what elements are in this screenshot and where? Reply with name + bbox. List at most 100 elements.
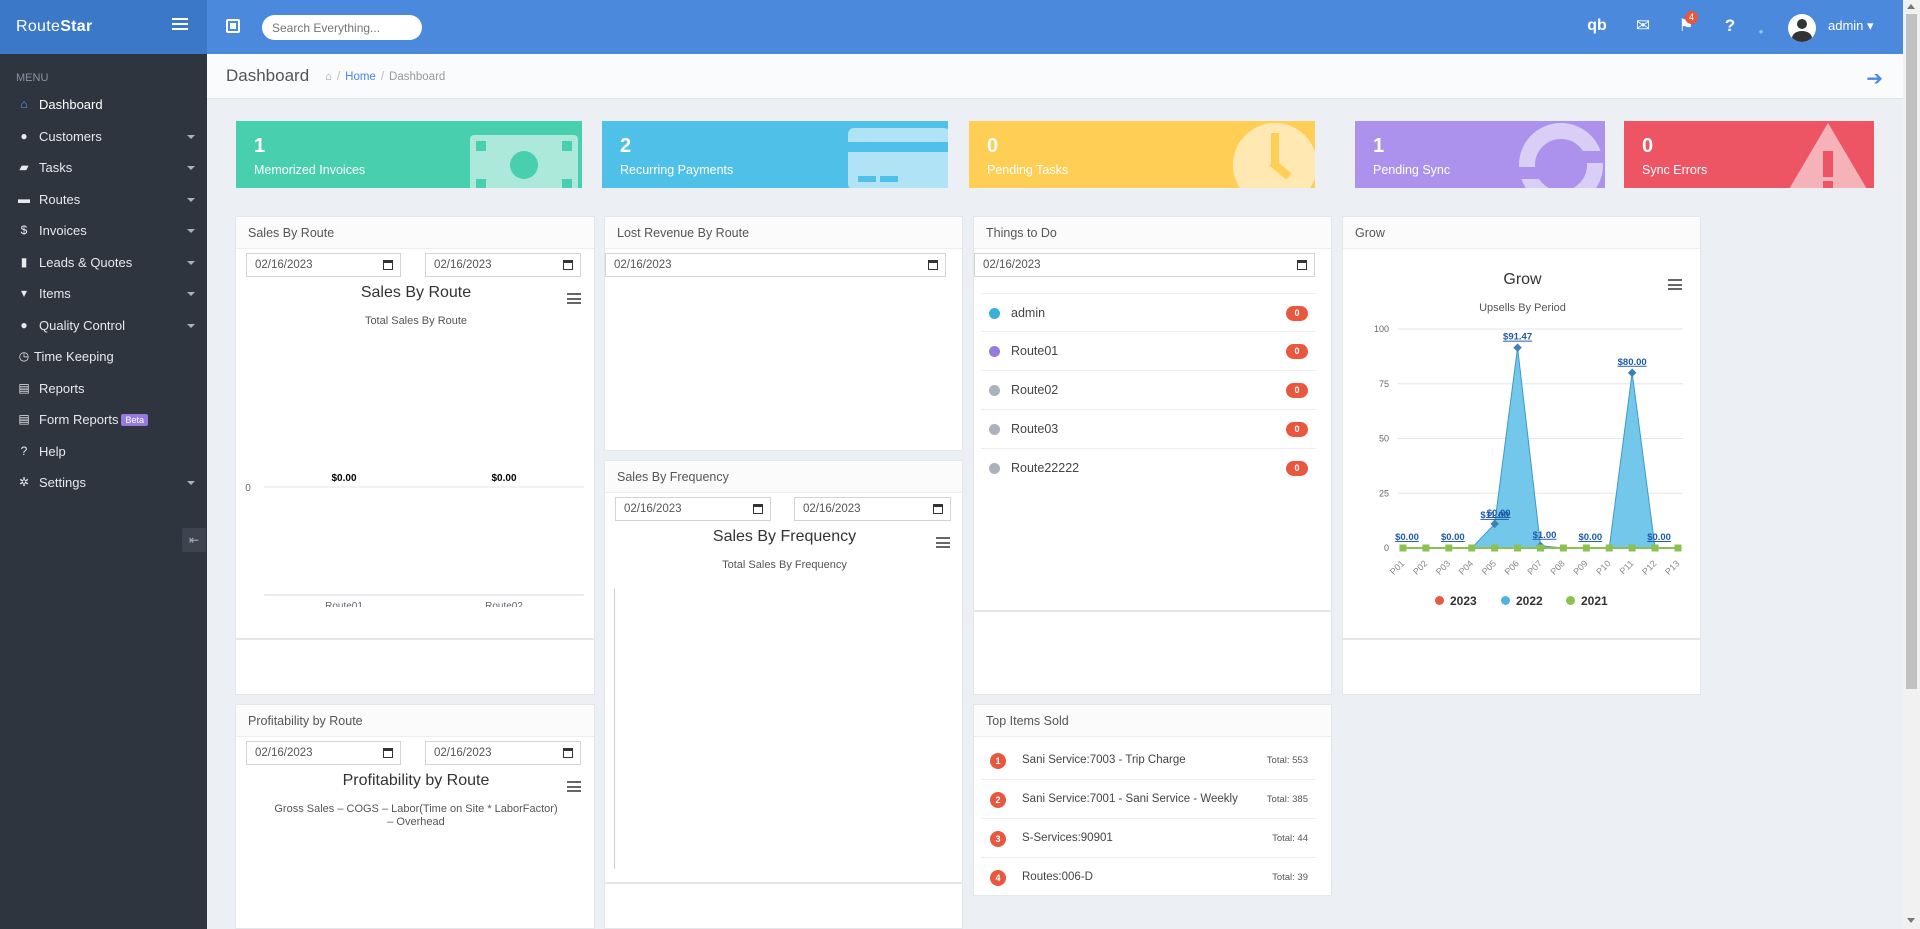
sidebar-item-invoices[interactable]: $ Invoices xyxy=(0,215,207,247)
quickbooks-icon[interactable]: qb xyxy=(1586,16,1608,36)
date-to-input[interactable]: 02/16/2023 xyxy=(425,741,581,765)
chart-menu-icon[interactable] xyxy=(936,537,950,548)
grow-chart: 0 25 50 75 100 $0.00 $0.00 $0.00 $11.00 $91.47 $1.… xyxy=(1374,324,1683,577)
credit-card-icon xyxy=(848,128,948,188)
sidebar-item-leads-quotes[interactable]: ▮ Leads & Quotes xyxy=(0,247,207,279)
sign-in-icon[interactable]: ➔ xyxy=(1866,66,1883,91)
data-label: $91.47 xyxy=(1503,332,1532,343)
data-label: $0.00 xyxy=(1647,532,1671,543)
sidebar-toggle-icon[interactable] xyxy=(172,18,188,32)
legend-item-2022[interactable]: 2022 xyxy=(1501,594,1543,608)
alarm-clock-icon: ◷ xyxy=(18,349,30,363)
tile-recurring-payments[interactable]: 2 Recurring Payments xyxy=(602,121,948,188)
envelope-icon[interactable]: ✉ xyxy=(1632,16,1654,36)
list-item[interactable]: 1 Sani Service:7003 - Trip Charge Total: 5… xyxy=(981,741,1316,780)
sidebar-item-help[interactable]: ? Help xyxy=(0,436,207,468)
panel-title: Profitability by Route xyxy=(236,705,594,737)
list-item[interactable]: Route02 0 xyxy=(981,371,1316,410)
tile-sync-errors[interactable]: 0 Sync Errors xyxy=(1624,121,1874,188)
breadcrumb-home-link[interactable]: Home xyxy=(345,71,376,83)
tile-pending-tasks[interactable]: 0 Pending Tasks xyxy=(969,121,1315,188)
date-input[interactable]: 02/16/2023 xyxy=(605,253,946,277)
scroll-down-arrow-icon[interactable] xyxy=(1907,918,1915,923)
chart-subtitle: Upsells By Period xyxy=(1479,302,1566,314)
sidebar-item-items[interactable]: ▾ Items xyxy=(0,278,207,310)
content-header: Dashboard ⌂ / Home / Dashboard ➔ xyxy=(207,54,1903,99)
legend-item-2021[interactable]: 2021 xyxy=(1566,594,1608,608)
chart-subtitle: Gross Sales – COGS – Labor(Time on Site … xyxy=(274,803,558,815)
x-tick-label: P04 xyxy=(1457,558,1475,576)
point-2021 xyxy=(1422,544,1430,552)
list-item[interactable]: admin 0 xyxy=(981,293,1316,332)
series-area-2022 xyxy=(1403,347,1678,549)
sidebar-item-customers[interactable]: ● Customers xyxy=(0,121,207,153)
status-dot xyxy=(989,424,1000,435)
sidebar-item-tasks[interactable]: ▰ Tasks xyxy=(0,152,207,184)
date-to-input[interactable]: 02/16/2023 xyxy=(794,497,951,521)
count-badge: 0 xyxy=(1286,344,1308,359)
home-icon[interactable]: ⌂ xyxy=(325,71,332,83)
list-item[interactable]: Route22222 0 xyxy=(981,449,1316,488)
status-dot xyxy=(989,463,1000,474)
legend-item-2023[interactable]: 2023 xyxy=(1435,594,1477,608)
chart-menu-icon[interactable] xyxy=(1668,279,1682,290)
top-items-panel: Top Items Sold 1 Sani Service:7003 - Trip… xyxy=(973,704,1332,897)
calendar-icon xyxy=(383,748,393,758)
sidebar-item-routes[interactable]: ▬ Routes xyxy=(0,184,207,216)
sidebar-item-reports[interactable]: ▤ Reports xyxy=(0,373,207,405)
user-menu[interactable]: admin ▾ xyxy=(1828,18,1874,34)
panel-footer xyxy=(1342,639,1701,695)
list-item[interactable]: Route03 0 xyxy=(981,410,1316,449)
sidebar-item-form-reports[interactable]: ▤ Form Reports Beta xyxy=(0,404,207,436)
calendar-icon xyxy=(753,504,763,514)
list-item[interactable]: 4 Routes:006-D Total: 39 xyxy=(981,858,1316,897)
point-2021 xyxy=(1582,544,1590,552)
date-from-input[interactable]: 02/16/2023 xyxy=(615,497,771,521)
tile-pending-sync[interactable]: 1 Pending Sync xyxy=(1355,121,1605,188)
warning-icon xyxy=(1789,123,1867,188)
sidebar-item-dashboard[interactable]: ⌂ Dashboard xyxy=(0,89,207,121)
date-from-input[interactable]: 02/16/2023 xyxy=(246,741,401,765)
chart-menu-icon[interactable] xyxy=(567,293,581,304)
gear-icon: ✲ xyxy=(18,475,30,489)
list-item[interactable]: 3 S-Services:90901 Total: 44 xyxy=(981,819,1316,858)
user-check-icon: ● xyxy=(20,317,28,332)
lost-revenue-panel: Lost Revenue By Route 02/16/2023 xyxy=(604,216,963,451)
data-label: $11.00 xyxy=(1480,510,1509,521)
list-item[interactable]: Route01 0 xyxy=(981,332,1316,371)
point-2021 xyxy=(1468,544,1476,552)
scroll-up-arrow-icon[interactable] xyxy=(1907,4,1915,9)
form-icon: ▤ xyxy=(18,412,30,426)
fullscreen-icon[interactable] xyxy=(226,19,240,33)
point-2021 xyxy=(1628,544,1636,552)
money-icon xyxy=(470,135,578,188)
sidebar-item-settings[interactable]: ✲ Settings xyxy=(0,467,207,499)
chevron-down-icon xyxy=(187,166,195,170)
date-input[interactable]: 02/16/2023 xyxy=(974,253,1315,277)
scrollbar-thumb[interactable] xyxy=(1906,14,1917,689)
date-to-input[interactable]: 02/16/2023 xyxy=(425,253,581,277)
tile-value: 1 xyxy=(254,135,266,157)
point-2021 xyxy=(1537,544,1544,552)
tile-memorized-invoices[interactable]: 1 Memorized Invoices xyxy=(236,121,582,188)
x-tick-label: P07 xyxy=(1526,558,1544,576)
x-tick-label: P11 xyxy=(1618,558,1636,576)
chevron-down-icon xyxy=(187,481,195,485)
point-2021 xyxy=(1651,544,1659,552)
x-tick-label: P06 xyxy=(1503,558,1521,576)
list-item[interactable]: 2 Sani Service:7001 - Sani Service - Week… xyxy=(981,780,1316,819)
sidebar-item-quality-control[interactable]: ● Quality Control xyxy=(0,310,207,342)
chart-title: Sales By Frequency xyxy=(712,528,857,545)
chart-menu-icon[interactable] xyxy=(567,781,581,792)
data-label: $0.00 xyxy=(1441,532,1465,543)
avatar[interactable] xyxy=(1788,14,1816,42)
panel-title: Sales By Frequency xyxy=(605,461,962,493)
help-icon[interactable]: ? xyxy=(1719,16,1741,36)
sidebar-item-time-keeping[interactable]: ◷ Time Keeping xyxy=(0,341,207,373)
profitability-panel: Profitability by Route 02/16/2023 02/16/… xyxy=(235,704,595,929)
date-from-input[interactable]: 02/16/2023 xyxy=(246,253,401,277)
status-dot-icon: ● xyxy=(1758,27,1764,36)
panel-title: Top Items Sold xyxy=(974,705,1331,737)
search-input[interactable] xyxy=(262,15,422,40)
collapse-sidebar-icon[interactable]: ⇤ xyxy=(182,528,206,552)
